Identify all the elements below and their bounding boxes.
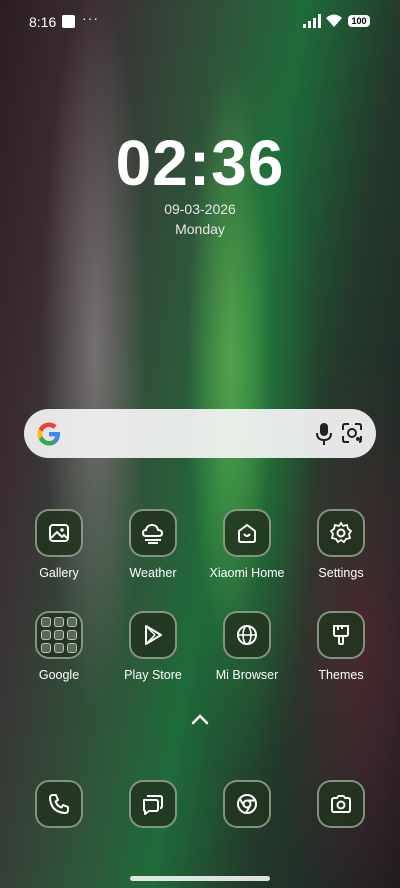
globe-icon — [223, 611, 271, 659]
camera-icon — [317, 780, 365, 828]
gesture-nav-bar[interactable] — [130, 876, 270, 881]
gallery-icon — [35, 509, 83, 557]
more-notifications-icon: ··· — [82, 10, 99, 26]
chrome-icon — [223, 780, 271, 828]
app-folder-google[interactable]: Google — [14, 611, 104, 682]
app-play-store[interactable]: Play Store — [108, 611, 198, 682]
app-gallery[interactable]: Gallery — [14, 509, 104, 580]
app-label: Settings — [318, 566, 364, 580]
google-folder-icon — [35, 611, 83, 659]
app-label: Mi Browser — [215, 668, 279, 682]
google-lens-icon[interactable] — [340, 421, 364, 445]
weather-icon — [129, 509, 177, 557]
app-label: Gallery — [39, 566, 79, 580]
app-label: Play Store — [124, 668, 182, 682]
clock-time[interactable]: 02:36 — [0, 128, 400, 198]
dock-phone[interactable] — [14, 780, 104, 828]
status-bar: 8:16 ··· 100 — [0, 0, 400, 44]
app-label: Google — [38, 668, 80, 682]
app-mi-browser[interactable]: Mi Browser — [202, 611, 292, 682]
signal-icon — [303, 14, 321, 28]
app-themes[interactable]: Themes — [296, 611, 386, 682]
dock-chrome[interactable] — [202, 780, 292, 828]
xiaomi-home-icon — [223, 509, 271, 557]
google-search-bar[interactable] — [24, 409, 376, 458]
brush-icon — [317, 611, 365, 659]
clock-date: 09-03-2026 — [164, 201, 236, 217]
wifi-icon — [326, 14, 342, 27]
play-store-icon — [129, 611, 177, 659]
dock-camera[interactable] — [296, 780, 386, 828]
notification-icon — [62, 15, 75, 28]
mic-icon[interactable] — [313, 422, 335, 446]
app-weather[interactable]: Weather — [108, 509, 198, 580]
battery-icon: 100 — [348, 15, 370, 27]
app-settings[interactable]: Settings — [296, 509, 386, 580]
app-label: Weather — [129, 566, 177, 580]
messages-icon — [129, 780, 177, 828]
app-xiaomi-home[interactable]: Xiaomi Home — [202, 509, 292, 580]
phone-icon — [35, 780, 83, 828]
dock-messages[interactable] — [108, 780, 198, 828]
clock-day: Monday — [175, 221, 225, 237]
chevron-up-icon[interactable] — [190, 712, 210, 726]
app-label: Xiaomi Home — [209, 566, 285, 580]
status-time: 8:16 — [29, 14, 57, 30]
app-label: Themes — [318, 668, 364, 682]
gear-icon — [317, 509, 365, 557]
google-logo-icon — [37, 422, 60, 446]
